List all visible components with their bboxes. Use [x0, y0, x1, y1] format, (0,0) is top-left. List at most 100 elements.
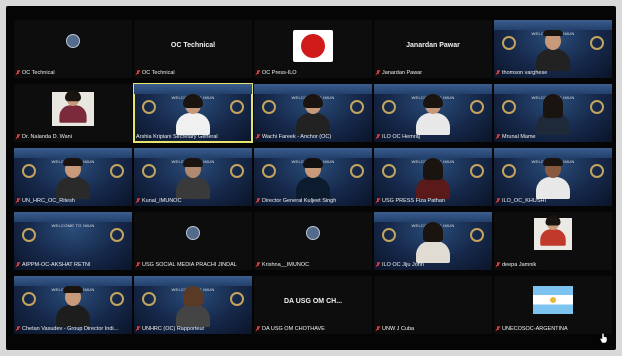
muted-mic-icon	[16, 262, 20, 268]
participant-video	[296, 158, 330, 199]
hand-cursor-icon	[599, 333, 608, 344]
wreath-icon	[22, 164, 36, 178]
participant-tile[interactable]: WELCOME TO IMUN Wachi Fareek - Anchor (O…	[254, 84, 372, 142]
participant-tile[interactable]: WELCOME TO IMUN USG PRESS Fiza Pathan	[374, 148, 492, 206]
participant-tile[interactable]: WELCOME TO IMUN thomson varghese	[494, 20, 612, 78]
participant-label: UN_HRC_OC_Ritesh	[16, 197, 75, 205]
wreath-icon	[350, 100, 364, 114]
wreath-icon	[350, 164, 364, 178]
press-logo	[293, 30, 333, 62]
wreath-icon	[262, 164, 276, 178]
participant-tile[interactable]: Dr. Nalanda D. Wani	[14, 84, 132, 142]
participant-tile[interactable]: OC Technical OC Technical	[134, 20, 252, 78]
participant-video	[56, 158, 90, 199]
video-conference-window: OC Technical OC Technical OC Technical O…	[6, 6, 616, 350]
participant-label: Mrunal Mame	[496, 133, 536, 141]
wreath-icon	[22, 292, 36, 306]
participant-tile[interactable]: WELCOME TO IMUN ILO_OC_KHUSHI	[494, 148, 612, 206]
participant-tile[interactable]: UNW J Cuba	[374, 276, 492, 334]
participant-tile[interactable]: Janardan Pawar Janardan Pawar	[374, 20, 492, 78]
participant-label: OC Technical	[16, 69, 55, 77]
participant-label: ILO OC Jiju John	[376, 261, 424, 269]
muted-mic-icon	[256, 134, 260, 140]
participant-tile[interactable]: WELCOME TO IMUN ILO OC Hemraj	[374, 84, 492, 142]
participant-tile[interactable]: WELCOME TO IMUN Mrunal Mame	[494, 84, 612, 142]
wreath-icon	[590, 164, 604, 178]
argentina-flag-icon	[533, 286, 573, 314]
wreath-icon	[22, 228, 36, 242]
participant-video	[296, 94, 330, 135]
participant-video	[536, 30, 570, 71]
wreath-icon	[230, 292, 244, 306]
muted-mic-icon	[376, 198, 380, 204]
conference-banner	[254, 148, 372, 158]
wreath-icon	[502, 36, 516, 50]
muted-mic-icon	[496, 198, 500, 204]
muted-mic-icon	[496, 262, 500, 268]
participant-label: deepa Jamnik	[496, 261, 536, 269]
participant-label: USG SOCIAL MEDIA PRACHI JINDAL	[136, 261, 237, 269]
organization-emblem-icon	[306, 226, 320, 240]
muted-mic-icon	[376, 70, 380, 76]
wreath-icon	[382, 164, 396, 178]
wreath-icon	[142, 100, 156, 114]
conference-banner	[374, 212, 492, 222]
wreath-icon	[142, 292, 156, 306]
muted-mic-icon	[376, 326, 380, 332]
participant-video	[176, 94, 210, 135]
participant-tile-active-speaker[interactable]: WELCOME TO IMUN Arshia Kripiani Secretar…	[133, 83, 253, 143]
muted-mic-icon	[136, 198, 140, 204]
participant-tile[interactable]: DA USG OM CH... DA USG OM CHOTHAVE	[254, 276, 372, 334]
participant-label: AIPPM-OC-AKSHAT RETNI	[16, 261, 91, 269]
participant-label: Janardan Pawar	[376, 69, 422, 77]
muted-mic-icon	[376, 134, 380, 140]
participant-tile[interactable]: USG SOCIAL MEDIA PRACHI JINDAL	[134, 212, 252, 270]
participant-tile[interactable]: deepa Jamnik	[494, 212, 612, 270]
participant-label: thomson varghese	[496, 69, 547, 77]
participant-tile[interactable]: OC Technical	[14, 20, 132, 78]
muted-mic-icon	[16, 134, 20, 140]
participant-tile[interactable]: WELCOME TO IMUN UN_HRC_OC_Ritesh	[14, 148, 132, 206]
muted-mic-icon	[136, 326, 140, 332]
participant-label: Director General Kuljeet Singh	[256, 197, 336, 205]
participant-photo	[52, 90, 94, 126]
participant-tile[interactable]: WELCOME TO IMUN AIPPM-OC-AKSHAT RETNI	[14, 212, 132, 270]
participant-tile[interactable]: WELCOME TO IMUN Director General Kuljeet…	[254, 148, 372, 206]
wreath-icon	[110, 228, 124, 242]
participant-label: UNHRC (OC) Rapporteur	[136, 325, 204, 333]
wreath-icon	[382, 228, 396, 242]
conference-banner	[374, 148, 492, 158]
participant-label: OC Technical	[136, 69, 175, 77]
participant-video	[56, 286, 90, 327]
muted-mic-icon	[16, 198, 20, 204]
wreath-icon	[502, 164, 516, 178]
wreath-icon	[230, 164, 244, 178]
participant-tile[interactable]: UNECOSOC-ARGENTINA	[494, 276, 612, 334]
participant-tile[interactable]: OC Press-ILO	[254, 20, 372, 78]
conference-banner	[374, 84, 492, 94]
muted-mic-icon	[256, 326, 260, 332]
wreath-icon	[502, 100, 516, 114]
participant-video	[176, 286, 210, 327]
participant-photo	[534, 215, 572, 250]
muted-mic-icon	[16, 70, 20, 76]
conference-banner	[254, 84, 372, 94]
muted-mic-icon	[256, 262, 260, 268]
wreath-icon	[382, 100, 396, 114]
participant-tile[interactable]: WELCOME TO IMUN UNHRC (OC) Rapporteur	[134, 276, 252, 334]
wreath-icon	[590, 36, 604, 50]
participant-video	[416, 94, 450, 135]
participant-tile[interactable]: Krishna__IMUNOC	[254, 212, 372, 270]
participant-tile[interactable]: WELCOME TO IMUN Kunal_IMUNOC	[134, 148, 252, 206]
conference-banner	[494, 84, 612, 94]
participant-tile[interactable]: WELCOME TO IMUN ILO OC Jiju John	[374, 212, 492, 270]
conference-banner	[134, 148, 252, 158]
wreath-icon	[110, 164, 124, 178]
participant-gallery: OC Technical OC Technical OC Technical O…	[14, 20, 612, 338]
participant-name-display: DA USG OM CH...	[283, 298, 343, 305]
participant-video	[536, 158, 570, 199]
participant-tile[interactable]: WELCOME TO IMUN Chetan Vasudev - Group D…	[14, 276, 132, 334]
participant-video	[416, 158, 450, 199]
muted-mic-icon	[256, 70, 260, 76]
organization-emblem-icon	[66, 34, 80, 48]
